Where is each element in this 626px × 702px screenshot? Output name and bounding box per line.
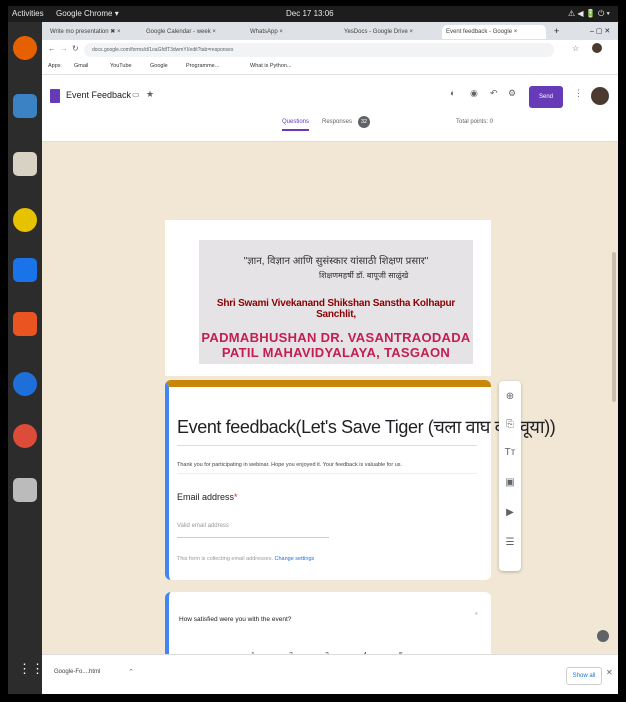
total-points: Total points: 0	[456, 119, 494, 125]
thunderbird-icon[interactable]	[13, 94, 37, 118]
form-title-card[interactable]: Event feedback(Let's Save Tiger (चला वाघ…	[165, 380, 556, 580]
rhythmbox-icon[interactable]	[13, 208, 37, 232]
tab-1[interactable]: Write mo presentation ✖ ×	[46, 25, 146, 39]
dock: ⋮⋮	[8, 22, 44, 694]
question-text[interactable]: How satisfied were you with the event?	[179, 616, 291, 623]
app-menu[interactable]: Google Chrome ▾	[56, 9, 119, 18]
responses-count-badge: 32	[358, 116, 370, 128]
back-icon[interactable]: ←	[48, 44, 56, 53]
system-top-bar: Activities Google Chrome ▾ Dec 17 13:06 …	[8, 6, 618, 22]
screen: Activities Google Chrome ▾ Dec 17 13:06 …	[0, 0, 626, 702]
header-image-card: "ज्ञान, विज्ञान आणि सुसंस्कार यांसाठी शि…	[165, 220, 491, 376]
tab-questions[interactable]: Questions	[282, 119, 310, 131]
browser-window: Write mo presentation ✖ × Google Calenda…	[42, 22, 618, 694]
banner-sanstha: Shri Swami Vivekanand Shikshan Sanstha K…	[216, 298, 456, 320]
more-icon[interactable]: ⋮	[574, 88, 583, 99]
forms-doc-icon[interactable]	[50, 89, 60, 103]
bookmark-google[interactable]: Google	[150, 63, 168, 69]
email-label: Email address*	[177, 492, 238, 502]
download-item[interactable]: Google-Fo....html	[54, 669, 100, 675]
activities-button[interactable]: Activities	[12, 9, 44, 18]
download-bar: Google-Fo....html ⌃ Show all ✕	[42, 654, 618, 694]
banner-image: "ज्ञान, विज्ञान आणि सुसंस्कार यांसाठी शि…	[199, 240, 473, 364]
files-icon[interactable]	[13, 152, 37, 176]
settings-icon[interactable]: ⚙	[508, 88, 516, 99]
app-icon[interactable]	[13, 478, 37, 502]
scrollbar[interactable]	[612, 252, 616, 402]
form-description[interactable]: Thank you for participating in webinar. …	[177, 462, 402, 468]
question-card[interactable]: How satisfied were you with the event? *…	[165, 592, 491, 662]
form-name[interactable]: Event Feedback	[66, 90, 131, 100]
bookmark-programme[interactable]: Programme...	[186, 63, 219, 69]
address-bar[interactable]: docs.google.com/forms/d/1oaGfdfT3dwmYI/e…	[84, 43, 554, 57]
undo-icon[interactable]: ↶	[490, 88, 498, 99]
bookmark-gmail[interactable]: Gmail	[74, 63, 88, 69]
send-button[interactable]: Send	[529, 86, 563, 108]
floating-toolbar: ⊕ ⎘ Tт ▣ ▶ ☰	[499, 381, 521, 571]
banner-founder: शिक्षणमहर्षी डॉ. बापूजी साळुंखे	[319, 271, 409, 280]
banner-motto: "ज्ञान, विज्ञान आणि सुसंस्कार यांसाठी शि…	[243, 256, 429, 267]
window-controls-icon[interactable]: – ▢ ✕	[590, 27, 610, 35]
show-all-button[interactable]: Show all	[566, 667, 602, 685]
bookmark-python[interactable]: What is Python...	[250, 63, 292, 69]
folder-icon[interactable]: ▭	[132, 90, 140, 99]
software-icon[interactable]	[13, 312, 37, 336]
profile-avatar[interactable]	[592, 43, 602, 53]
forms-header: Event Feedback ▭ ★ ◐ ◉ ↶ ⚙ Send ⋮ Questi…	[42, 75, 618, 142]
forward-icon[interactable]: →	[60, 44, 68, 53]
change-settings-link[interactable]: Change settings	[275, 556, 315, 562]
tab-3[interactable]: WhatsApp ×	[246, 25, 344, 39]
banner-college: PADMABHUSHAN DR. VASANTRAODADA PATIL MAH…	[201, 330, 471, 360]
new-tab-icon[interactable]: +	[554, 26, 559, 36]
title-underline	[177, 445, 477, 446]
tab-2[interactable]: Google Calendar - week ×	[142, 25, 250, 39]
star-form-icon[interactable]: ★	[146, 89, 154, 100]
question-star-icon: *	[475, 612, 478, 619]
tab-responses[interactable]: Responses	[322, 119, 352, 125]
close-download-bar-icon[interactable]: ✕	[606, 668, 613, 677]
add-video-icon[interactable]: ▶	[504, 507, 516, 519]
star-icon[interactable]: ☆	[572, 44, 579, 53]
add-title-icon[interactable]: Tт	[504, 447, 516, 459]
tab-5[interactable]: Event feedback - Google ×	[442, 25, 546, 39]
help-icon[interactable]	[13, 372, 37, 396]
help-icon[interactable]	[597, 630, 609, 642]
show-apps-icon[interactable]: ⋮⋮	[18, 662, 44, 678]
customize-theme-icon[interactable]: ◐	[450, 88, 455, 98]
firefox-icon[interactable]	[13, 36, 37, 60]
account-avatar[interactable]	[591, 87, 609, 105]
add-image-icon[interactable]: ▣	[504, 477, 516, 489]
email-collect-note: This form is collecting email addresses.…	[177, 556, 315, 562]
description-underline	[177, 473, 477, 474]
bookmarks-bar: Apps Gmail YouTube Google Programme... W…	[42, 60, 618, 75]
tab-strip: Write mo presentation ✖ × Google Calenda…	[42, 22, 618, 40]
add-question-icon[interactable]: ⊕	[504, 391, 516, 403]
preview-icon[interactable]: ◉	[470, 88, 478, 99]
system-status[interactable]: ⚠ ◀ 🔋 ⏻ ▾	[568, 9, 610, 19]
reload-icon[interactable]: ↻	[72, 44, 79, 53]
download-chevron-icon[interactable]: ⌃	[128, 668, 134, 676]
add-section-icon[interactable]: ☰	[504, 537, 516, 549]
email-placeholder[interactable]: Valid email address	[177, 523, 229, 529]
form-canvas: "ज्ञान, विज्ञान आणि सुसंस्कार यांसाठी शि…	[42, 142, 618, 662]
bookmark-youtube[interactable]: YouTube	[110, 63, 132, 69]
chrome-icon[interactable]	[13, 424, 37, 448]
bookmark-apps[interactable]: Apps	[48, 63, 61, 69]
email-field-underline	[177, 537, 329, 538]
tab-4[interactable]: YesDocs - Google Drive ×	[340, 25, 448, 39]
omnibox-row: ← → ↻ docs.google.com/forms/d/1oaGfdfT3d…	[42, 40, 618, 60]
clock[interactable]: Dec 17 13:06	[286, 9, 334, 18]
writer-icon[interactable]	[13, 258, 37, 282]
import-questions-icon[interactable]: ⎘	[504, 419, 516, 431]
